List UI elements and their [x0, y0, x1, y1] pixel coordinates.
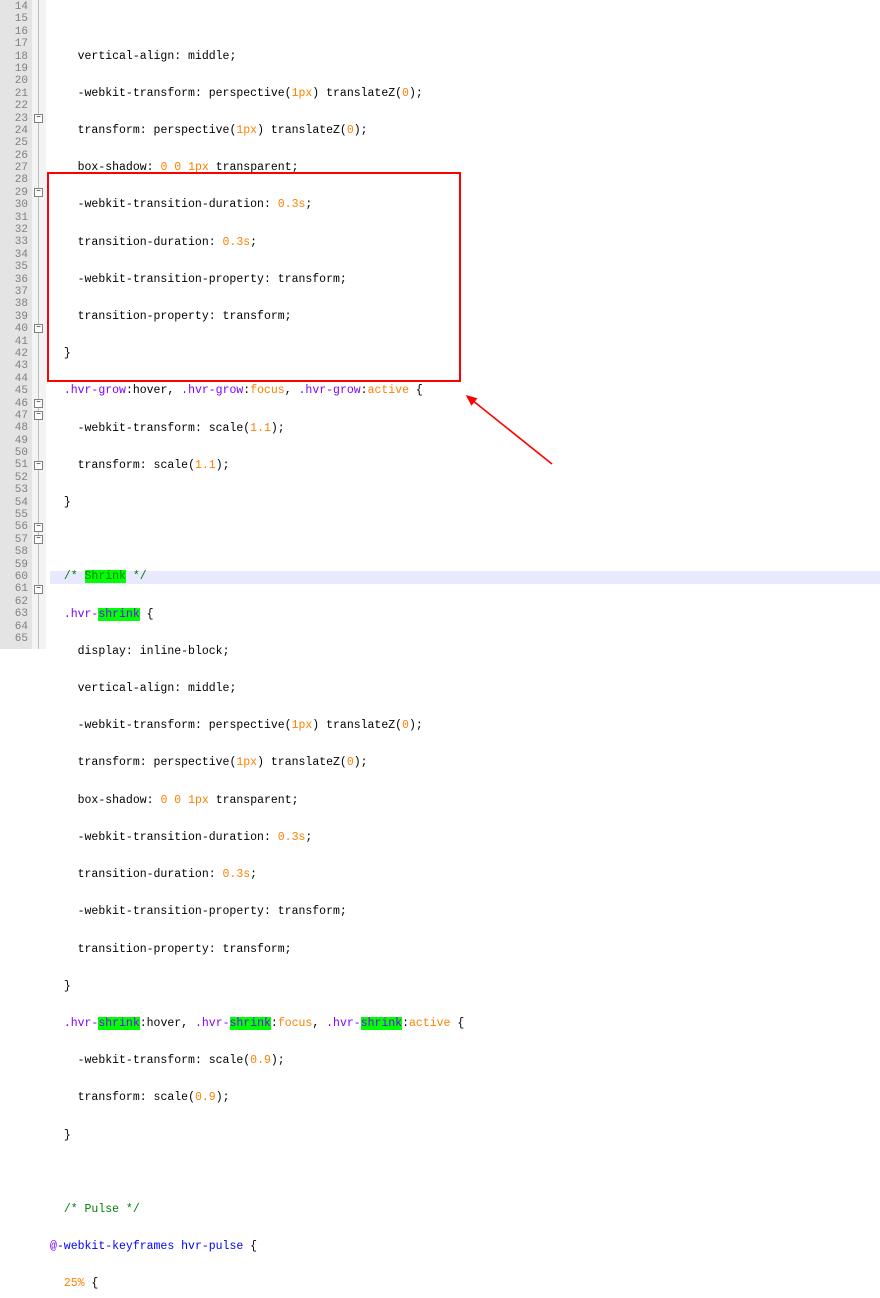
fold-toggle-icon[interactable]: −	[34, 188, 43, 197]
code-line: -webkit-transition-property: transform;	[50, 906, 880, 918]
code-line: }	[50, 348, 880, 360]
code-line: 25% {	[50, 1278, 880, 1290]
fold-margin[interactable]: − − − − − − − − −	[32, 0, 46, 649]
code-line: -webkit-transform: perspective(1px) tran…	[50, 720, 880, 732]
code-line	[50, 534, 880, 546]
fold-toggle-icon[interactable]: −	[34, 461, 43, 470]
fold-toggle-icon[interactable]: −	[34, 399, 43, 408]
code-line: transform: perspective(1px) translateZ(0…	[50, 125, 880, 137]
code-line-highlighted: /* Shrink */	[50, 571, 880, 583]
code-line	[50, 1167, 880, 1179]
fold-toggle-icon[interactable]: −	[34, 324, 43, 333]
code-line: -webkit-transform: scale(0.9);	[50, 1055, 880, 1067]
code-line: -webkit-transform: scale(1.1);	[50, 423, 880, 435]
code-line: -webkit-transition-duration: 0.3s;	[50, 832, 880, 844]
code-line: }	[50, 497, 880, 509]
code-line: @-webkit-keyframes hvr-pulse {	[50, 1241, 880, 1253]
code-line: vertical-align: middle;	[50, 683, 880, 695]
code-line: transition-property: transform;	[50, 311, 880, 323]
code-line: -webkit-transition-property: transform;	[50, 274, 880, 286]
code-area[interactable]: vertical-align: middle; -webkit-transfor…	[46, 0, 880, 649]
fold-toggle-icon[interactable]: −	[34, 585, 43, 594]
code-line: transition-duration: 0.3s;	[50, 869, 880, 881]
code-line: .hvr-shrink {	[50, 609, 880, 621]
code-line: transition-duration: 0.3s;	[50, 237, 880, 249]
code-line: transform: scale(1.1);	[50, 460, 880, 472]
code-line: transform: perspective(1px) translateZ(0…	[50, 757, 880, 769]
fold-toggle-icon[interactable]: −	[34, 535, 43, 544]
line-number-gutter: 1415161718192021222324252627282930313233…	[0, 0, 32, 649]
fold-toggle-icon[interactable]: −	[34, 523, 43, 532]
code-line: }	[50, 1130, 880, 1142]
code-line: -webkit-transition-duration: 0.3s;	[50, 199, 880, 211]
fold-toggle-icon[interactable]: −	[34, 114, 43, 123]
code-editor[interactable]: 1415161718192021222324252627282930313233…	[0, 0, 880, 649]
code-line: }	[50, 981, 880, 993]
code-line: vertical-align: middle;	[50, 51, 880, 63]
fold-toggle-icon[interactable]: −	[34, 411, 43, 420]
code-line: -webkit-transform: perspective(1px) tran…	[50, 88, 880, 100]
code-line: display: inline-block;	[50, 646, 880, 658]
code-line: .hvr-grow:hover, .hvr-grow:focus, .hvr-g…	[50, 385, 880, 397]
code-line: transform: scale(0.9);	[50, 1092, 880, 1104]
code-line: .hvr-shrink:hover, .hvr-shrink:focus, .h…	[50, 1018, 880, 1030]
code-line: /* Pulse */	[50, 1204, 880, 1216]
code-line: transition-property: transform;	[50, 944, 880, 956]
code-line: box-shadow: 0 0 1px transparent;	[50, 162, 880, 174]
code-line: box-shadow: 0 0 1px transparent;	[50, 795, 880, 807]
